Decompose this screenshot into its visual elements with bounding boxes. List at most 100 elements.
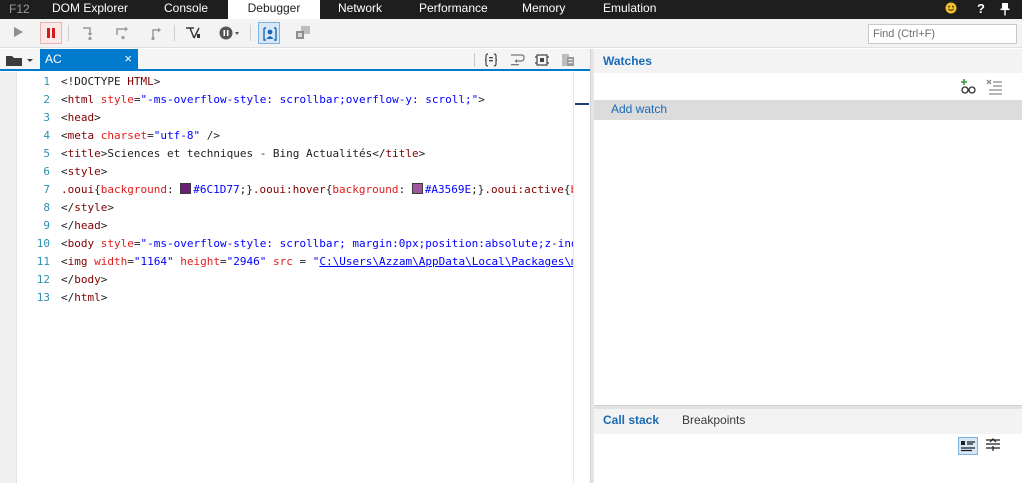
tab-memory[interactable]: Memory [522, 0, 565, 19]
code-token: background [332, 183, 399, 196]
code-token: ;} [239, 183, 253, 196]
editor-vertical-scrollbar[interactable] [573, 72, 590, 483]
code-token: HTML [127, 75, 154, 88]
tab-performance[interactable]: Performance [419, 0, 488, 19]
code-line[interactable]: 5 <title>Sciences et techniques - Bing Ac… [0, 145, 590, 163]
line-number: 1 [43, 75, 50, 88]
line-number: 3 [43, 111, 50, 124]
pin-icon[interactable] [998, 2, 1012, 16]
tab-dom-explorer[interactable]: DOM Explorer [52, 0, 128, 19]
code-token: > [100, 219, 108, 232]
code-token: > [107, 201, 114, 214]
code-token: < [61, 93, 68, 106]
document-tab-ac[interactable]: AC × [40, 49, 138, 70]
pretty-print-button[interactable] [483, 52, 499, 68]
code-token: </ [61, 219, 75, 232]
source-map-button[interactable] [534, 52, 550, 68]
code-line[interactable]: 13 </html> [0, 289, 590, 307]
code-token: body [67, 237, 101, 250]
delete-all-watches-button[interactable] [986, 78, 1004, 96]
break-button[interactable] [40, 22, 62, 44]
code-line[interactable]: 2 <html style="-ms-overflow-style: scroll… [0, 91, 590, 109]
code-token: title [67, 147, 101, 160]
step-into-button[interactable] [78, 22, 100, 44]
toolbar-separator [174, 25, 175, 41]
code-token: html [74, 291, 101, 304]
break-icon [47, 28, 55, 38]
unhide-libraries-button[interactable] [560, 52, 576, 68]
code-line[interactable]: 3 <head> [0, 109, 590, 127]
show-frames-button[interactable] [958, 437, 978, 455]
library-icon [562, 54, 574, 66]
watches-list [594, 120, 1022, 406]
code-token: "2946" [226, 255, 267, 268]
debugger-settings-button[interactable] [292, 22, 314, 44]
code-token: = [133, 93, 141, 106]
code-token: < [61, 165, 68, 178]
tab-debugger[interactable]: Debugger [228, 0, 320, 19]
filebar-separator [474, 53, 475, 67]
add-watch-row[interactable]: Add watch [594, 100, 1022, 120]
code-token: body [74, 273, 101, 286]
code-token: "-ms-overflow-style: scrollbar; margin:0… [140, 237, 591, 250]
tab-emulation[interactable]: Emulation [603, 0, 656, 19]
code-token: ;} [471, 183, 485, 196]
color-swatch-icon [180, 183, 192, 194]
show-async-frames-button[interactable] [984, 437, 1004, 455]
code-line[interactable]: 4 <meta charset="utf-8" /> [0, 127, 590, 145]
line-number: 9 [43, 219, 50, 232]
continue-button[interactable] [8, 22, 30, 44]
code-text: </body> [61, 271, 107, 289]
code-token: = [133, 237, 141, 250]
tab-network[interactable]: Network [338, 0, 382, 19]
code-token: </ [61, 273, 75, 286]
code-line[interactable]: 9 </head> [0, 217, 590, 235]
code-line[interactable]: 11 <img width="1164" height="2946" src = … [0, 253, 590, 271]
watches-toolbar [594, 73, 1022, 99]
smiley-feedback-icon[interactable] [944, 2, 958, 16]
add-watch-button[interactable] [960, 78, 978, 96]
code-token: "1164" [133, 255, 174, 268]
toolbar-separator [250, 25, 251, 41]
source-map-icon [535, 54, 549, 66]
open-document-button[interactable] [4, 52, 34, 68]
callstack-header: Call stack Breakpoints [594, 409, 1022, 434]
tab-call-stack[interactable]: Call stack [603, 413, 659, 427]
code-token: </ [61, 291, 75, 304]
find-input[interactable] [868, 24, 1017, 44]
line-number: 12 [36, 273, 50, 286]
code-token: style [100, 237, 134, 250]
just-my-code-button[interactable] [258, 22, 280, 44]
code-token: html [67, 93, 101, 106]
code-line[interactable]: 6 <style> [0, 163, 590, 181]
tab-breakpoints[interactable]: Breakpoints [682, 413, 745, 427]
source-editor[interactable]: 1 <!DOCTYPE HTML> 2 <html style="-ms-overfl… [0, 72, 590, 483]
add-watch-label[interactable]: Add watch [611, 102, 667, 116]
code-token: > [478, 93, 485, 106]
code-line[interactable]: 12 </body> [0, 271, 590, 289]
step-out-button[interactable] [146, 22, 168, 44]
line-number: 5 [43, 147, 50, 160]
code-token: charset [100, 129, 148, 142]
code-token: { [563, 183, 571, 196]
code-text: <head> [61, 109, 101, 127]
code-text: <!DOCTYPE HTML> [61, 73, 160, 91]
toolbar-separator [68, 25, 69, 41]
code-token: <!DOCTYPE [61, 75, 128, 88]
step-over-icon [116, 26, 128, 40]
step-over-button[interactable] [112, 22, 134, 44]
code-line[interactable]: 10 <body style="-ms-overflow-style: scrol… [0, 235, 590, 253]
code-text: </head> [61, 217, 107, 235]
break-on-new-worker-button[interactable] [182, 22, 204, 44]
debugger-settings-icon [296, 26, 310, 39]
exception-behavior-dropdown[interactable] [216, 22, 244, 44]
tab-console[interactable]: Console [164, 0, 208, 19]
devtools-tab-bar: F12 DOM Explorer Console Debugger Networ… [0, 0, 1022, 19]
close-icon[interactable]: × [124, 49, 132, 69]
help-icon[interactable]: ? [974, 2, 988, 16]
code-line[interactable]: 1 <!DOCTYPE HTML> [0, 73, 590, 91]
code-line[interactable]: 8 </style> [0, 199, 590, 217]
code-line[interactable]: 7 .ooui{background: #6C1D77;}.ooui:hover{… [0, 181, 590, 199]
source-link[interactable]: C:\Users\Azzam\AppData\Local\Packages\mi… [319, 255, 590, 268]
word-wrap-button[interactable] [509, 52, 525, 68]
